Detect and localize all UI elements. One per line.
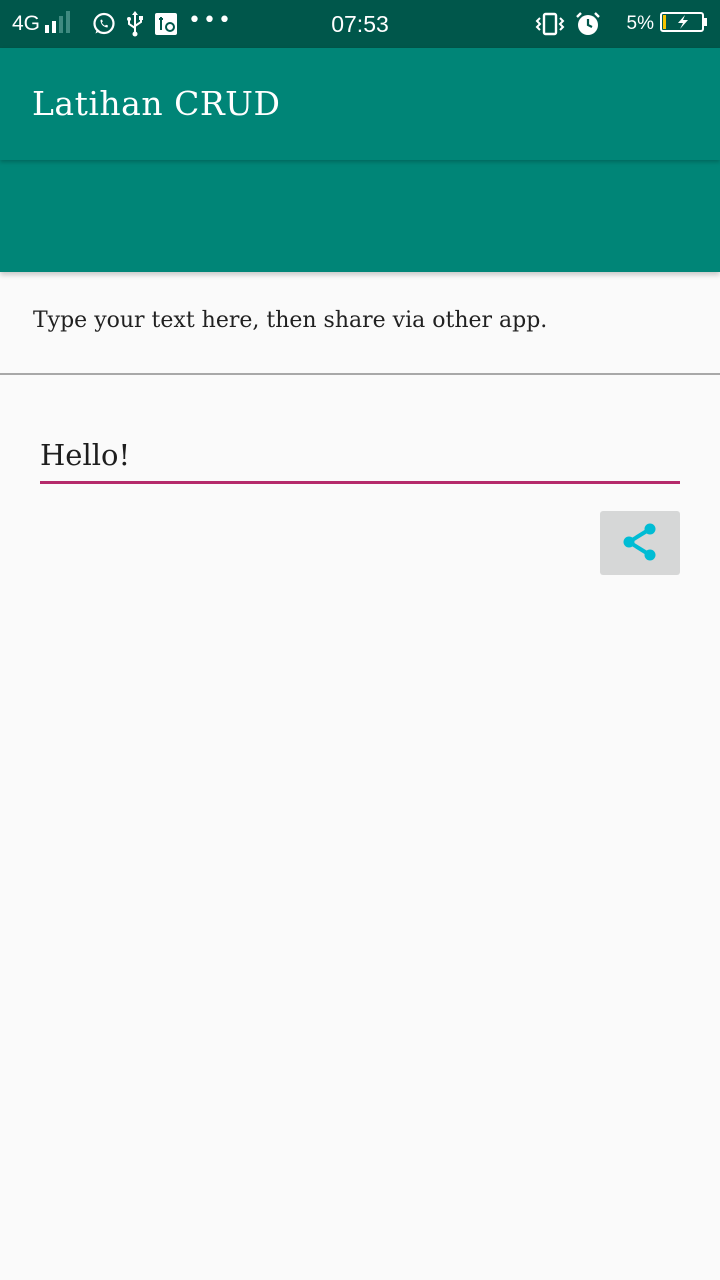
battery-percentage: 5% [626,13,654,34]
instruction-text: Type your text here, then share via othe… [33,308,548,333]
app-bar: Latihan CRUD [0,48,720,160]
share-button[interactable] [600,511,680,575]
header-extension [0,160,720,272]
vibrate-icon [535,12,565,36]
alarm-icon [575,11,601,37]
share-icon [620,521,660,566]
status-bar-right: 5% [535,0,708,48]
status-bar: 4G ••• 07:53 5% [0,0,720,48]
app-title: Latihan CRUD [32,84,281,123]
share-text-input[interactable] [40,428,680,484]
battery-charging-icon [660,11,708,37]
divider [0,373,720,375]
